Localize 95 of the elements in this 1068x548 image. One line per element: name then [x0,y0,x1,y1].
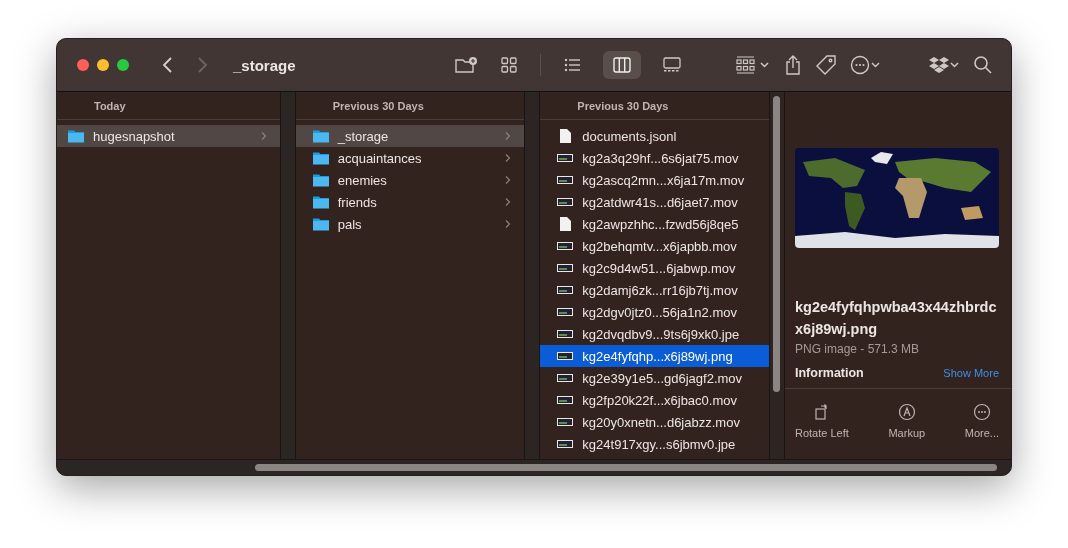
file-name: hugesnapshot [93,128,176,144]
thumbnail-icon [556,175,575,185]
grid-icon [500,56,518,74]
file-row[interactable]: kg2ascq2mn...x6ja17m.mov [540,169,769,191]
dropbox-icon[interactable] [927,55,961,75]
thumbnail-icon [556,263,575,273]
thumbnail-icon [556,285,575,295]
gallery-icon [662,56,682,74]
file-row[interactable]: kg2dvqdbv9...9ts6j9xk0.jpe [540,323,769,345]
folder-icon [311,195,330,209]
markup-icon [897,403,916,421]
folder-icon [311,151,330,165]
window-title: _storage [233,56,296,74]
rotate-button[interactable]: Rotate Left [795,399,849,443]
close-button[interactable] [77,59,89,71]
file-row[interactable]: kg2awpzhhc...fzwd56j8qe5 [540,213,769,235]
file-row[interactable]: kg2dgv0jtz0...56ja1n2.mov [540,301,769,323]
file-row[interactable]: kg20y0xnetn...d6jabzz.mov [540,411,769,433]
new-folder-icon[interactable] [454,55,478,75]
file-name: kg2awpzhhc...fzwd56j8qe5 [582,216,740,232]
file-row[interactable]: hugesnapshot [57,125,280,147]
file-row[interactable]: kg24t917xgy...s6jbmv0.jpe [540,433,769,455]
list-icon [563,56,581,74]
thumbnail-icon [556,241,575,251]
columns-icon [612,56,632,74]
file-row[interactable]: kg2fp20k22f...x6jbac0.mov [540,389,769,411]
folder-icon [67,129,85,143]
chevron-icon [504,219,513,229]
file-name: friends [337,194,378,210]
file-row[interactable]: _storage [295,125,525,147]
file-name: kg2c9d4w51...6jabwp.mov [582,260,737,276]
preview-file-name: kg2e4fyfqhpwba43x44zhbrdcx6j89wj.png [795,298,998,339]
file-info: PNG image - 571.3 MB [795,342,921,356]
file-row[interactable]: documents.jsonl [540,125,769,147]
file-row[interactable]: kg2atdwr41s...d6jaet7.mov [540,191,769,213]
search-icon[interactable] [973,55,993,75]
file-name: kg24t917xgy...s6jbmv0.jpe [582,436,737,452]
more-icon [972,403,991,421]
file-row[interactable]: kg2c9d4w51...6jabwp.mov [540,257,769,279]
chevron-icon [504,153,513,163]
tag-icon[interactable] [815,54,837,76]
thumbnail-icon [556,417,575,427]
file-row[interactable]: pals [295,213,525,235]
file-name: pals [337,216,363,232]
file-name: kg2atdwr41s...d6jaet7.mov [582,194,739,210]
scrollbar-thumb[interactable] [255,464,997,471]
file-name: _storage [337,128,390,144]
file-row[interactable]: kg2e4fyfqhp...x6j89wj.png [540,345,769,367]
folder-icon [311,129,330,143]
thumbnail-icon [556,153,575,163]
show-more-link[interactable]: Show More [943,367,999,379]
thumbnail-icon [556,197,575,207]
file-name: kg20y0xnetn...d6jabzz.mov [582,414,741,430]
columns-view-button[interactable] [603,51,641,79]
section-heading: Information [795,366,864,380]
folder-icon [311,217,330,231]
folder-icon [311,173,330,187]
file-name: kg2fp20k22f...x6jbac0.mov [582,392,738,408]
file-name: kg2behqmtv...x6japbb.mov [582,238,738,254]
more-button[interactable]: More... [964,399,999,443]
chevron-icon [504,175,513,185]
file-row[interactable]: kg2e39y1e5...gd6jagf2.mov [540,367,769,389]
file-row[interactable]: kg2a3q29hf...6s6jat75.mov [540,147,769,169]
file-name: kg2a3q29hf...6s6jat75.mov [582,150,740,166]
thumbnail-icon [556,395,575,405]
file-name: kg2dgv0jtz0...56ja1n2.mov [582,304,738,320]
file-row[interactable]: friends [295,191,525,213]
file-name: kg2damj6zk...rr16jb7tj.mov [582,282,739,298]
scrollbar-thumb[interactable] [773,96,780,392]
file-row[interactable]: kg2damj6zk...rr16jb7tj.mov [540,279,769,301]
file-name: documents.jsonl [582,128,678,144]
minimize-button[interactable] [97,59,109,71]
chevron-icon [504,197,513,207]
file-name: kg2dvqdbv9...9ts6j9xk0.jpe [582,326,741,342]
chevron-icon [259,131,268,141]
thumbnail-icon [556,373,575,383]
file-name: kg2e4fyfqhp...x6j89wj.png [582,348,734,364]
file-name: kg2e39y1e5...gd6jagf2.mov [582,370,744,386]
file-name: kg2ascq2mn...x6ja17m.mov [582,172,746,188]
zoom-button[interactable] [117,59,129,71]
group-menu-icon[interactable] [735,55,771,75]
back-icon[interactable] [161,55,175,75]
file-row[interactable]: enemies [295,169,525,191]
thumbnail-icon [556,351,575,361]
thumbnail-icon [556,307,575,317]
file-row[interactable]: kg2behqmtv...x6japbb.mov [540,235,769,257]
file-name: enemies [337,172,388,188]
file-name: acquaintances [337,150,423,166]
thumbnail-icon [556,439,575,449]
column-heading: Today [57,92,280,120]
file-row[interactable]: acquaintances [295,147,525,169]
chevron-icon [504,131,513,141]
thumbnail-icon [556,329,575,339]
markup-button[interactable]: Markup [888,399,926,443]
share-icon[interactable] [783,54,803,76]
